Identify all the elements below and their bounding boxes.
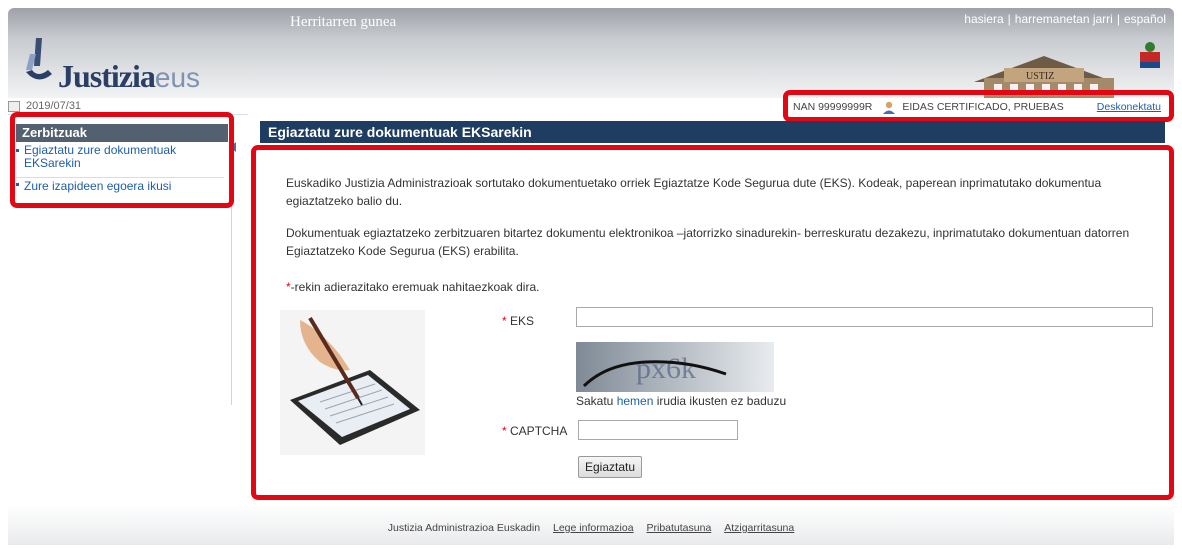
svg-text:USTIZ: USTIZ <box>1026 71 1054 82</box>
top-links: hasiera | harremanetan jarri | español <box>964 12 1166 26</box>
highlight-box-form <box>251 145 1174 500</box>
logo-text: Justiziaeus <box>58 58 201 94</box>
highlight-box-sidebar <box>10 112 234 208</box>
calendar-icon <box>8 100 20 112</box>
language-spanish-link[interactable]: español <box>1124 12 1166 26</box>
footer: Justizia Administrazioa Euskadin Lege in… <box>8 505 1174 545</box>
home-link[interactable]: hasiera <box>964 12 1003 26</box>
legal-info-link[interactable]: Lege informazioa <box>553 522 634 534</box>
accessibility-link[interactable]: Atzigarritasuna <box>724 522 794 534</box>
page-title: Egiaztatu zure dokumentuak EKSarekin <box>260 121 1165 143</box>
contact-link[interactable]: harremanetan jarri <box>1015 12 1113 26</box>
basque-government-crest-icon <box>1140 42 1160 68</box>
site-title: Herritarren gunea <box>290 14 397 30</box>
privacy-link[interactable]: Pribatutasuna <box>646 522 711 534</box>
site-header: Herritarren gunea hasiera | harremanetan j… <box>8 8 1174 98</box>
footer-org: Justizia Administrazioa Euskadin <box>387 522 541 534</box>
justizia-logo[interactable]: Justiziaeus <box>22 36 222 94</box>
highlight-box-user <box>783 90 1174 122</box>
